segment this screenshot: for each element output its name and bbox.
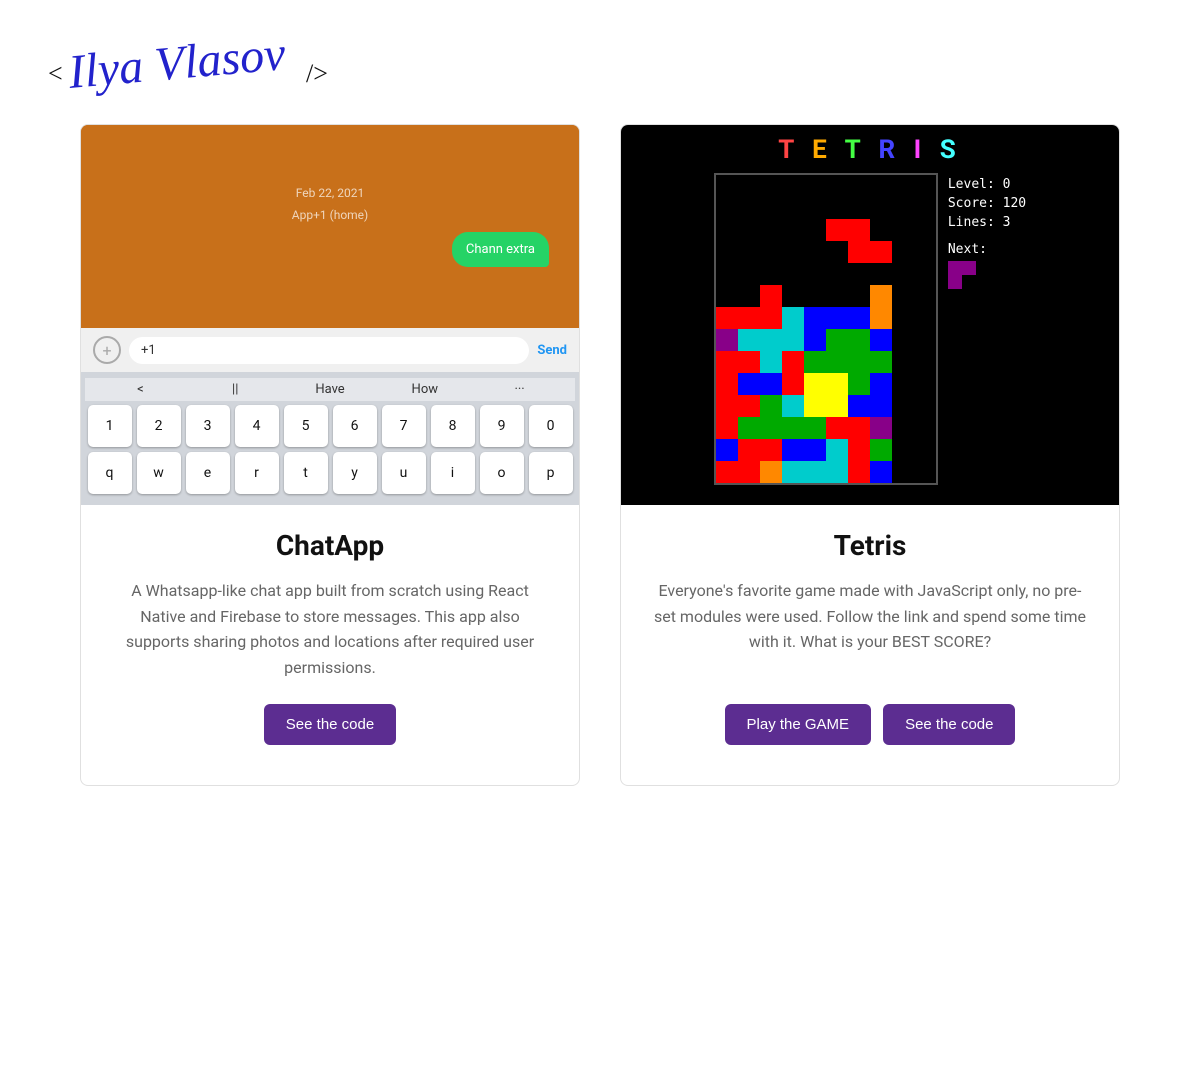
key-y: y: [333, 452, 377, 494]
chatapp-screenshot: Feb 22, 2021 App+1 (home) Chann extra + …: [81, 125, 579, 505]
tetris-sidebar: Level: 0 Score: 120 Lines: 3 Next:: [948, 173, 1026, 293]
key-r: r: [235, 452, 279, 494]
suggestion-dots: ···: [472, 382, 567, 397]
suggestion-arrow: <: [93, 382, 188, 397]
chatapp-card: Feb 22, 2021 App+1 (home) Chann extra + …: [80, 124, 580, 786]
logo: < Ilya Vlasov />: [40, 20, 340, 100]
key-3: 3: [186, 405, 230, 447]
key-1: 1: [88, 405, 132, 447]
key-o: o: [480, 452, 524, 494]
chatapp-description: A Whatsapp-like chat app built from scra…: [113, 578, 547, 680]
keyboard-area: < || Have How ··· 1 2 3 4 5 6 7 8: [81, 372, 579, 505]
key-5: 5: [284, 405, 328, 447]
tetris-r: R: [879, 135, 902, 165]
tetris-next-preview: [948, 261, 1026, 289]
chatapp-code-button[interactable]: See the code: [264, 704, 396, 745]
svg-text:Ilya Vlasov: Ilya Vlasov: [65, 27, 288, 99]
key-q: q: [88, 452, 132, 494]
tetris-image: T E T R I S: [621, 125, 1119, 505]
key-t: t: [284, 452, 328, 494]
key-6: 6: [333, 405, 377, 447]
tetris-body: Level: 0 Score: 120 Lines: 3 Next:: [714, 173, 1026, 485]
key-9: 9: [480, 405, 524, 447]
chat-input-area: + +1 Send: [81, 328, 579, 372]
chatapp-card-body: ChatApp A Whatsapp-like chat app built f…: [81, 505, 579, 785]
tetris-title: Tetris: [834, 529, 907, 562]
key-2: 2: [137, 405, 181, 447]
chat-bubble: Chann extra: [452, 232, 549, 267]
tetris-code-button[interactable]: See the code: [883, 704, 1015, 745]
chat-input-field: +1: [129, 337, 529, 364]
chat-send-label: Send: [537, 343, 567, 358]
tetris-i: I: [914, 135, 928, 165]
tetris-s: S: [940, 135, 962, 165]
key-4: 4: [235, 405, 279, 447]
key-8: 8: [431, 405, 475, 447]
key-7: 7: [382, 405, 426, 447]
chat-date: Feb 22, 2021: [296, 186, 364, 200]
keyboard-suggestions: < || Have How ···: [85, 378, 575, 401]
tetris-board: [714, 173, 938, 485]
tetris-t1: T: [778, 135, 799, 165]
header: < Ilya Vlasov />: [0, 0, 1200, 114]
tetris-e: E: [812, 135, 833, 165]
main-content: Feb 22, 2021 App+1 (home) Chann extra + …: [0, 124, 1200, 786]
svg-text:/>: />: [306, 59, 328, 88]
key-i: i: [431, 452, 475, 494]
key-row-numbers: 1 2 3 4 5 6 7 8 9 0: [85, 405, 575, 447]
chatapp-title: ChatApp: [276, 529, 384, 562]
tetris-buttons: Play the GAME See the code: [725, 704, 1016, 745]
chat-plus-icon: +: [93, 336, 121, 364]
tetris-play-button[interactable]: Play the GAME: [725, 704, 872, 745]
svg-text:<: <: [48, 59, 63, 88]
tetris-title-display: T E T R I S: [778, 135, 961, 165]
key-w: w: [137, 452, 181, 494]
key-e: e: [186, 452, 230, 494]
tetris-card-body: Tetris Everyone's favorite game made wit…: [621, 505, 1119, 785]
chatapp-image: Feb 22, 2021 App+1 (home) Chann extra + …: [81, 125, 579, 505]
tetris-card: T E T R I S: [620, 124, 1120, 786]
chat-bubble-label: App+1 (home): [292, 208, 368, 222]
tetris-t2: T: [845, 135, 866, 165]
tetris-screenshot: T E T R I S: [621, 125, 1119, 505]
key-u: u: [382, 452, 426, 494]
tetris-next-label: Next:: [948, 242, 1026, 257]
tetris-level: Level: 0: [948, 177, 1026, 192]
tetris-lines: Lines: 3: [948, 215, 1026, 230]
suggestion-how: How: [377, 382, 472, 397]
suggestion-have: Have: [283, 382, 378, 397]
key-p: p: [529, 452, 573, 494]
chat-top: Feb 22, 2021 App+1 (home) Chann extra: [81, 125, 579, 328]
suggestion-pause: ||: [188, 382, 283, 397]
key-row-qwerty: q w e r t y u i o p: [85, 452, 575, 494]
tetris-score: Score: 120: [948, 196, 1026, 211]
key-0: 0: [529, 405, 573, 447]
chatapp-buttons: See the code: [264, 704, 396, 745]
tetris-description: Everyone's favorite game made with JavaS…: [653, 578, 1087, 680]
